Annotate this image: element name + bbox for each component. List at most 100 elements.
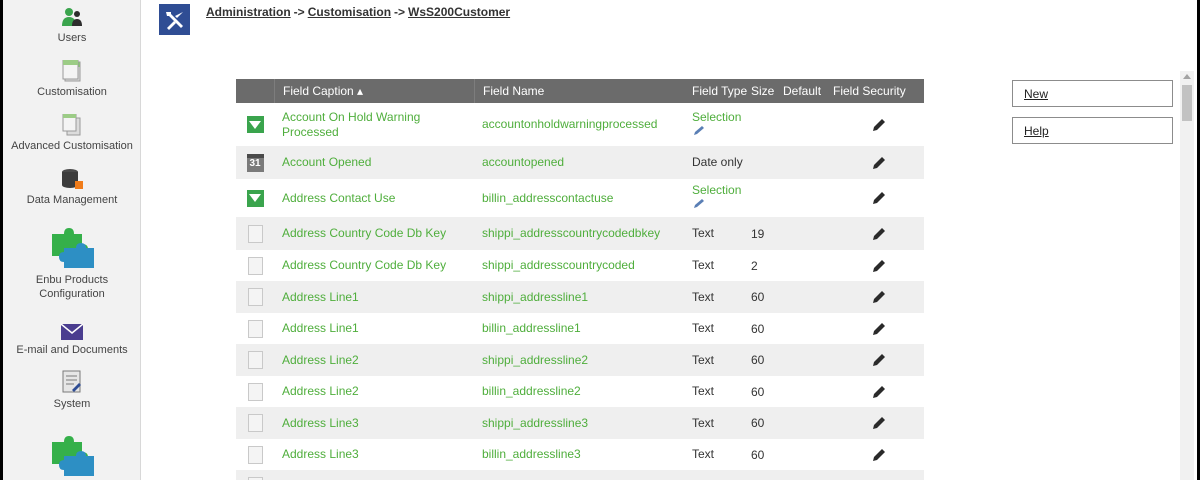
field-caption[interactable]: Address Contact Use [274, 191, 474, 206]
field-security-edit[interactable] [829, 352, 924, 368]
field-name[interactable]: shippi_addresscountrycodedbkey [474, 226, 683, 241]
sidebar-item-label: E-mail and Documents [16, 344, 128, 356]
field-name[interactable]: accountopened [474, 155, 683, 170]
field-caption[interactable]: Address Line2 [274, 353, 474, 368]
customisation-tools-icon [159, 4, 190, 35]
sidebar-item-system[interactable]: System [3, 370, 140, 411]
text-field-icon [247, 288, 263, 306]
data-management-icon [62, 169, 83, 189]
table-row[interactable]: Address Line3 shippi_addressline3 Text 60 [236, 407, 924, 439]
field-name[interactable]: accountonholdwarningprocessed [474, 117, 683, 132]
field-security-edit[interactable] [829, 321, 924, 337]
breadcrumb-separator: -> [293, 5, 305, 19]
field-caption[interactable]: Address Line1 [274, 321, 474, 336]
field-security-edit[interactable] [829, 447, 924, 463]
field-security-edit[interactable] [829, 155, 924, 171]
sidebar-item-extensions[interactable] [3, 434, 140, 480]
field-caption[interactable]: Address Line3 [274, 416, 474, 431]
table-row[interactable]: Address Line3 billin_addressline3 Text 60 [236, 439, 924, 470]
table-row[interactable]: Account On Hold Warning Processed account… [236, 103, 924, 146]
field-caption[interactable]: Address Line1 [274, 290, 474, 305]
header-icon-column [236, 79, 274, 103]
users-icon [62, 8, 82, 26]
table-row[interactable]: Address Line2 shippi_addressline2 Text 60 [236, 344, 924, 376]
envelope-icon [61, 324, 83, 340]
table-row[interactable]: Address Country Code Db Key shippi_addres… [236, 217, 924, 250]
header-field-caption[interactable]: Field Caption ▴ [274, 79, 474, 103]
field-size: 60 [751, 384, 765, 399]
field-security-edit[interactable] [829, 258, 924, 274]
scroll-up-arrow-icon[interactable] [1183, 74, 1191, 79]
field-caption[interactable]: Address Line2 [274, 384, 474, 399]
new-button[interactable]: New [1012, 80, 1173, 107]
field-security-edit[interactable] [829, 289, 924, 305]
fields-table: Field Caption ▴ Field Name Field Type Si… [236, 79, 924, 480]
field-type: Text [692, 415, 715, 430]
table-row[interactable]: 31 Account Opened accountopened Date only [236, 146, 924, 179]
field-name[interactable]: shippi_addressline1 [474, 290, 683, 305]
field-security-edit[interactable] [829, 226, 924, 242]
table-row[interactable]: Address Country Code Db Key shippi_addres… [236, 250, 924, 281]
calendar-icon: 31 [246, 153, 264, 172]
table-row[interactable]: Address Line1 billin_addressline1 Text 60 [236, 313, 924, 344]
field-name[interactable]: billin_addressline3 [474, 447, 683, 462]
selection-field-icon [246, 189, 264, 207]
header-default[interactable]: Default [780, 79, 829, 103]
text-field-icon [247, 351, 263, 369]
field-caption[interactable]: Account On Hold Warning Processed [274, 110, 474, 140]
field-name[interactable]: billin_addressline1 [474, 321, 683, 336]
pencil-icon [872, 291, 885, 303]
pencil-icon [872, 118, 885, 131]
field-size: 19 [751, 226, 765, 241]
edit-selection-icon[interactable] [692, 124, 708, 136]
field-security-edit[interactable] [829, 117, 924, 133]
breadcrumb-customisation[interactable]: Customisation [308, 5, 391, 19]
sidebar-item-label: Users [57, 32, 87, 44]
text-field-icon [247, 414, 263, 432]
field-security-edit[interactable] [829, 384, 924, 400]
help-button[interactable]: Help [1012, 117, 1173, 144]
new-button-label: New [1024, 86, 1049, 101]
scrollbar-thumb[interactable] [1182, 85, 1192, 121]
field-caption[interactable]: Address Country Code Db Key [274, 258, 474, 273]
calendar-day: 31 [249, 157, 261, 169]
field-caption[interactable]: Account Opened [274, 155, 474, 170]
field-name[interactable]: billin_addressline2 [474, 384, 683, 399]
sidebar-item-enbu-products-configuration[interactable]: Enbu Products Configuration [3, 226, 140, 301]
sidebar-item-email-and-documents[interactable]: E-mail and Documents [3, 324, 140, 357]
breadcrumb-entity[interactable]: WsS200Customer [408, 5, 510, 19]
table-row[interactable]: Address Contact Use billin_addresscontact… [236, 179, 924, 217]
scrollbar[interactable] [1180, 71, 1194, 480]
field-icon-cell [236, 256, 274, 275]
field-size: 60 [751, 290, 765, 304]
field-type: Selection [683, 184, 748, 212]
field-caption[interactable]: Address Country Code Db Key [274, 226, 474, 241]
header-field-name[interactable]: Field Name [474, 79, 683, 103]
field-security-edit[interactable] [829, 190, 924, 206]
breadcrumb-administration[interactable]: Administration [206, 5, 291, 19]
table-row[interactable]: Address Line1 shippi_addressline1 Text 60 [236, 281, 924, 313]
field-name[interactable]: billin_addresscontactuse [474, 191, 683, 206]
table-row[interactable]: Address Line2 billin_addressline2 Text 60 [236, 376, 924, 407]
field-security-edit[interactable] [829, 415, 924, 431]
header-field-type[interactable]: Field Type [683, 79, 748, 103]
field-name[interactable]: shippi_addressline3 [474, 416, 683, 431]
sidebar-item-label: Enbu Products Configuration [35, 274, 109, 300]
field-name[interactable]: shippi_addresscountrycoded [474, 258, 683, 273]
field-name[interactable]: shippi_addressline2 [474, 353, 683, 368]
edit-selection-icon[interactable] [692, 197, 708, 209]
field-type: Text [692, 384, 715, 398]
sidebar-item-data-management[interactable]: Data Management [3, 168, 140, 207]
sidebar-item-label: Advanced Customisation [11, 140, 133, 152]
text-field-icon [247, 382, 263, 401]
sidebar-item-customisation[interactable]: Customisation [3, 60, 140, 99]
field-caption[interactable]: Address Line3 [274, 447, 474, 462]
sidebar-item-users[interactable]: Users [3, 6, 140, 45]
header-size[interactable]: Size [748, 79, 780, 103]
field-icon-cell [236, 288, 274, 306]
pencil-icon [872, 259, 885, 272]
header-field-security[interactable]: Field Security [829, 79, 924, 103]
table-row[interactable]: Address Line4billin_addressline4Text60 [236, 470, 924, 480]
selection-field-icon [246, 116, 264, 133]
sidebar-item-advanced-customisation[interactable]: Advanced Customisation [3, 114, 140, 153]
